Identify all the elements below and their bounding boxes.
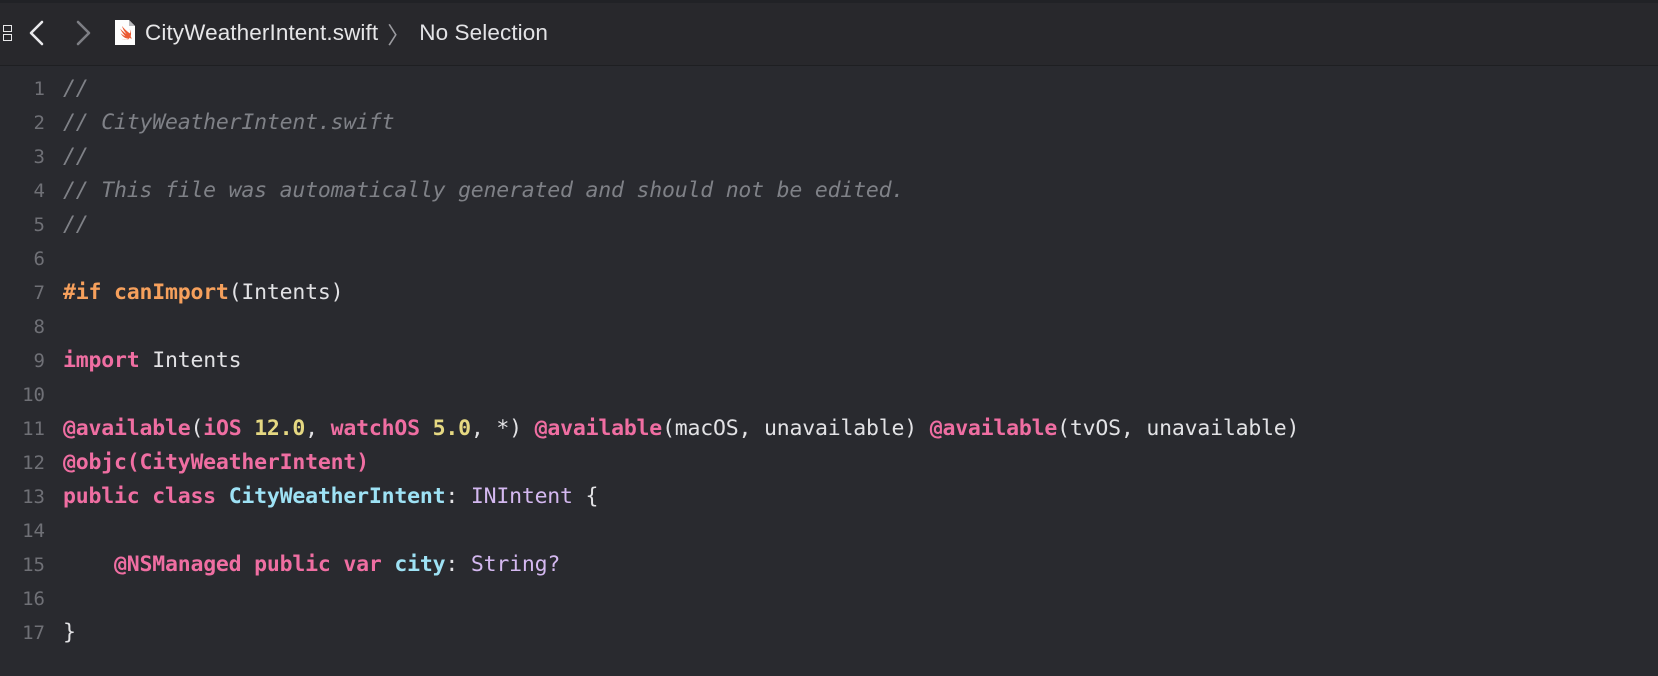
code-line[interactable]: #if canImport(Intents) — [63, 276, 1658, 310]
code-line[interactable]: @NSManaged public var city: String? — [63, 548, 1658, 582]
code-line[interactable]: @objc(CityWeatherIntent) — [63, 446, 1658, 480]
code-token-plain: (macOS, unavailable) — [662, 416, 930, 441]
editor-options-bar-top — [2, 24, 12, 32]
code-token-keyword: @NSManaged public var — [113, 552, 382, 577]
code-token-plain: Intents — [139, 348, 242, 373]
code-token-plain: { — [572, 484, 599, 509]
code-line[interactable]: } — [63, 616, 1658, 650]
line-number: 10 — [22, 384, 45, 406]
swift-file-icon-svg — [115, 20, 135, 45]
code-token-systype: INIntent — [470, 484, 573, 509]
line-number: 8 — [33, 316, 45, 338]
code-line[interactable]: @available(iOS 12.0, watchOS 5.0, *) @av… — [63, 412, 1658, 446]
code-token-type: city — [394, 552, 446, 577]
line-number: 4 — [33, 180, 45, 202]
line-number: 11 — [22, 418, 45, 440]
code-token-plain: , — [305, 416, 331, 441]
code-line[interactable]: // — [63, 208, 1658, 242]
chevron-right-icon — [76, 20, 91, 45]
navigate-forward-button[interactable] — [60, 10, 106, 56]
swift-file-icon — [114, 19, 136, 46]
code-token-plain: ( — [190, 416, 204, 441]
code-token-comment: // CityWeatherIntent.swift — [63, 110, 395, 135]
code-token-plain: : — [445, 484, 471, 509]
code-line[interactable]: import Intents — [63, 344, 1658, 378]
editor-options-bar-bottom — [2, 33, 12, 41]
code-token-number: 5.0 — [432, 416, 471, 441]
code-token-plain: (tvOS, unavailable) — [1057, 416, 1300, 441]
code-line[interactable] — [63, 310, 1658, 344]
navigate-back-button[interactable] — [14, 10, 60, 56]
code-line[interactable] — [63, 582, 1658, 616]
line-number: 12 — [22, 452, 45, 474]
line-number: 15 — [22, 554, 45, 576]
code-token-attr: @available — [929, 416, 1058, 441]
code-token-comment: // — [63, 76, 89, 101]
breadcrumb-selection[interactable]: No Selection — [419, 20, 548, 46]
code-token-directive: #if — [63, 280, 102, 305]
line-number: 2 — [33, 112, 45, 134]
code-token-attr: @objc(CityWeatherIntent) — [63, 450, 369, 475]
code-token-keyword: public class — [63, 484, 216, 509]
code-token-attr: watchOS — [330, 416, 420, 441]
breadcrumb-separator-icon: 〉 — [387, 21, 411, 48]
line-number: 6 — [33, 248, 45, 270]
line-number: 1 — [33, 78, 45, 100]
code-token-plain: (Intents) — [228, 280, 344, 305]
code-line[interactable] — [63, 378, 1658, 412]
code-line[interactable] — [63, 242, 1658, 276]
jump-bar: CityWeatherIntent.swift 〉 No Selection — [0, 0, 1658, 66]
code-token-comment: // This file was automatically generated… — [63, 178, 905, 203]
code-content[interactable]: // // CityWeatherIntent.swift // // This fi… — [50, 66, 1658, 676]
code-token-directive: canImport — [113, 280, 229, 305]
code-token-comment: // — [63, 144, 89, 169]
code-token-plain: } — [63, 620, 76, 645]
line-number: 7 — [33, 282, 45, 304]
code-line[interactable] — [63, 514, 1658, 548]
code-token-number: 12.0 — [254, 416, 306, 441]
line-number: 16 — [22, 588, 45, 610]
code-line[interactable]: // — [63, 140, 1658, 174]
breadcrumb-file-name[interactable]: CityWeatherIntent.swift — [145, 20, 378, 46]
code-line[interactable]: public class CityWeatherIntent: INIntent… — [63, 480, 1658, 514]
code-line[interactable]: // — [63, 72, 1658, 106]
code-line[interactable]: // CityWeatherIntent.swift — [63, 106, 1658, 140]
code-token-attr: @available — [63, 416, 191, 441]
code-line[interactable]: // This file was automatically generated… — [63, 174, 1658, 208]
chevron-left-icon — [29, 20, 44, 45]
code-token-plain: , *) — [470, 416, 535, 441]
line-number-gutter: 1 2 3 4 5 6 7 8 9 10 11 12 13 14 15 16 17 — [0, 66, 50, 676]
line-number: 17 — [22, 622, 45, 644]
line-number: 3 — [33, 146, 45, 168]
code-token-systype: String? — [470, 552, 561, 577]
code-token-comment: // — [63, 212, 89, 237]
code-token-plain: : — [445, 552, 471, 577]
line-number: 9 — [33, 350, 45, 372]
line-number: 13 — [22, 486, 45, 508]
xcode-editor-window: CityWeatherIntent.swift 〉 No Selection 1… — [0, 0, 1658, 676]
code-token-type: CityWeatherIntent — [228, 484, 446, 509]
line-number: 14 — [22, 520, 45, 542]
source-editor[interactable]: 1 2 3 4 5 6 7 8 9 10 11 12 13 14 15 16 17 //// CityWeath… — [0, 66, 1658, 676]
code-token-keyword: import — [63, 348, 140, 373]
line-number: 5 — [33, 214, 45, 236]
editor-options-icon[interactable] — [0, 24, 14, 41]
code-token-attr: iOS — [203, 416, 242, 441]
code-token-attr: @available — [534, 416, 663, 441]
